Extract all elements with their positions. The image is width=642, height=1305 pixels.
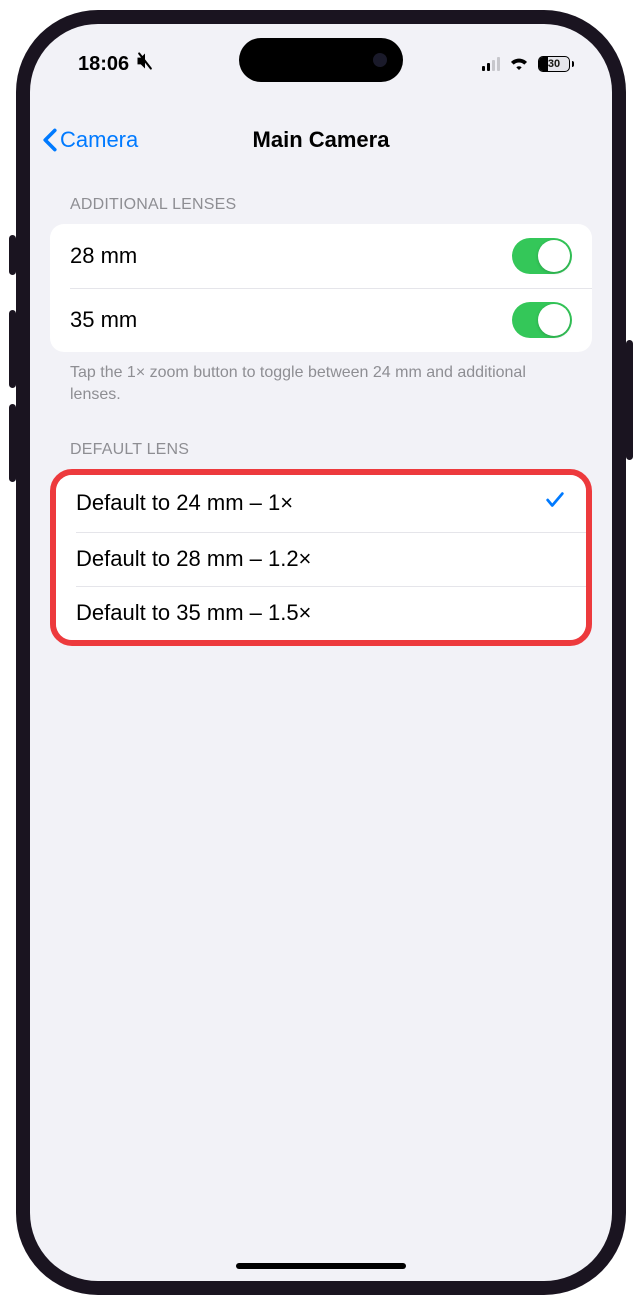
default-lens-label: Default to 35 mm – 1.5× bbox=[76, 600, 311, 626]
silent-switch bbox=[9, 235, 16, 275]
toggle-35mm[interactable] bbox=[512, 302, 572, 338]
toggle-28mm[interactable] bbox=[512, 238, 572, 274]
section-header-default-lens: Default Lens bbox=[50, 433, 592, 469]
navigation-bar: Camera Main Camera bbox=[30, 114, 612, 166]
volume-down-button bbox=[9, 404, 16, 482]
default-lens-label: Default to 28 mm – 1.2× bbox=[76, 546, 311, 572]
default-lens-row-28mm[interactable]: Default to 28 mm – 1.2× bbox=[56, 532, 586, 586]
status-left: 18:06 bbox=[78, 51, 155, 77]
power-button bbox=[626, 340, 633, 460]
status-right: 30 bbox=[482, 54, 574, 75]
back-button[interactable]: Camera bbox=[42, 127, 138, 153]
status-time: 18:06 bbox=[78, 53, 129, 76]
lens-label: 35 mm bbox=[70, 307, 137, 333]
checkmark-icon bbox=[544, 489, 566, 518]
group-default-lens: Default to 24 mm – 1× Default to 28 mm –… bbox=[56, 475, 586, 640]
section-header-additional-lenses: Additional Lenses bbox=[50, 188, 592, 224]
lens-row-28mm[interactable]: 28 mm bbox=[50, 224, 592, 288]
battery-icon: 30 bbox=[538, 56, 574, 72]
default-lens-row-35mm[interactable]: Default to 35 mm – 1.5× bbox=[56, 586, 586, 640]
page-title: Main Camera bbox=[253, 127, 390, 153]
content: Additional Lenses 28 mm 35 mm Tap the 1×… bbox=[30, 188, 612, 1281]
group-additional-lenses: 28 mm 35 mm bbox=[50, 224, 592, 352]
back-label: Camera bbox=[60, 127, 138, 153]
cellular-icon bbox=[482, 57, 500, 71]
default-lens-row-24mm[interactable]: Default to 24 mm – 1× bbox=[56, 475, 586, 532]
silent-icon bbox=[135, 51, 155, 77]
default-lens-label: Default to 24 mm – 1× bbox=[76, 490, 293, 516]
section-footer-additional-lenses: Tap the 1× zoom button to toggle between… bbox=[50, 352, 592, 407]
dynamic-island bbox=[239, 38, 403, 82]
battery-percent: 30 bbox=[539, 57, 569, 71]
lens-row-35mm[interactable]: 35 mm bbox=[50, 288, 592, 352]
highlight-annotation: Default to 24 mm – 1× Default to 28 mm –… bbox=[50, 469, 592, 646]
screen: 18:06 30 bbox=[30, 24, 612, 1281]
lens-label: 28 mm bbox=[70, 243, 137, 269]
home-indicator[interactable] bbox=[236, 1263, 406, 1269]
volume-up-button bbox=[9, 310, 16, 388]
phone-frame: 18:06 30 bbox=[16, 10, 626, 1295]
wifi-icon bbox=[508, 54, 530, 75]
